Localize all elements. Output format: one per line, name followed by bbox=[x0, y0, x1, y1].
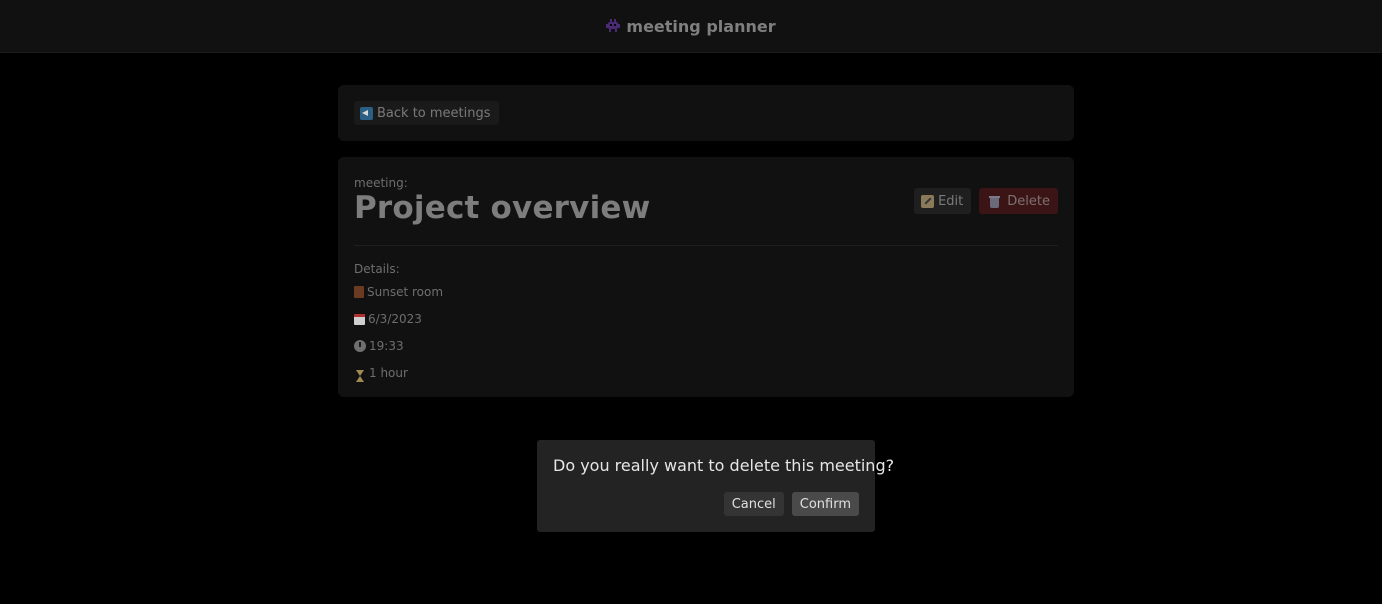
cancel-button[interactable]: Cancel bbox=[723, 492, 784, 516]
back-arrow-icon bbox=[360, 106, 373, 120]
back-button-label: Back to meetings bbox=[377, 105, 491, 121]
duration-text: 1 hour bbox=[369, 366, 408, 380]
clock-icon bbox=[354, 340, 366, 352]
memo-icon bbox=[921, 194, 935, 208]
navigation-card: Back to meetings bbox=[338, 85, 1074, 141]
edit-button-label: Edit bbox=[938, 193, 964, 209]
time-text: 19:33 bbox=[369, 339, 404, 353]
divider bbox=[354, 245, 1058, 246]
dialog-message: Do you really want to delete this meetin… bbox=[553, 456, 895, 475]
top-bar: meeting planner bbox=[0, 0, 1382, 53]
calendar-icon bbox=[354, 313, 365, 325]
delete-button[interactable]: Delete bbox=[979, 188, 1058, 214]
detail-time: 19:33 bbox=[354, 339, 404, 353]
edit-button[interactable]: Edit bbox=[914, 188, 972, 214]
room-text: Sunset room bbox=[367, 285, 444, 299]
meeting-title: Project overview bbox=[354, 190, 651, 226]
meeting-actions: Edit Delete bbox=[914, 188, 1058, 214]
back-to-meetings-button[interactable]: Back to meetings bbox=[354, 101, 499, 125]
details-label: Details: bbox=[354, 262, 400, 276]
trash-icon bbox=[988, 195, 1001, 208]
app-title: meeting planner bbox=[626, 16, 776, 36]
app-brand[interactable]: meeting planner bbox=[606, 16, 776, 36]
confirm-button[interactable]: Confirm bbox=[791, 492, 859, 516]
hourglass-icon bbox=[356, 370, 364, 382]
detail-duration: 1 hour bbox=[354, 366, 408, 382]
dialog-actions: Cancel Confirm bbox=[723, 492, 859, 516]
meeting-label: meeting: bbox=[354, 176, 408, 190]
alien-monster-icon bbox=[606, 19, 621, 32]
detail-date: 6/3/2023 bbox=[354, 312, 422, 326]
detail-room: Sunset room bbox=[354, 285, 443, 299]
meeting-detail-card: meeting: Project overview Edit Delete De… bbox=[338, 157, 1074, 397]
delete-confirmation-dialog: Do you really want to delete this meetin… bbox=[537, 440, 894, 532]
delete-button-label: Delete bbox=[1007, 193, 1050, 209]
date-text: 6/3/2023 bbox=[368, 312, 422, 326]
door-icon bbox=[354, 286, 364, 298]
